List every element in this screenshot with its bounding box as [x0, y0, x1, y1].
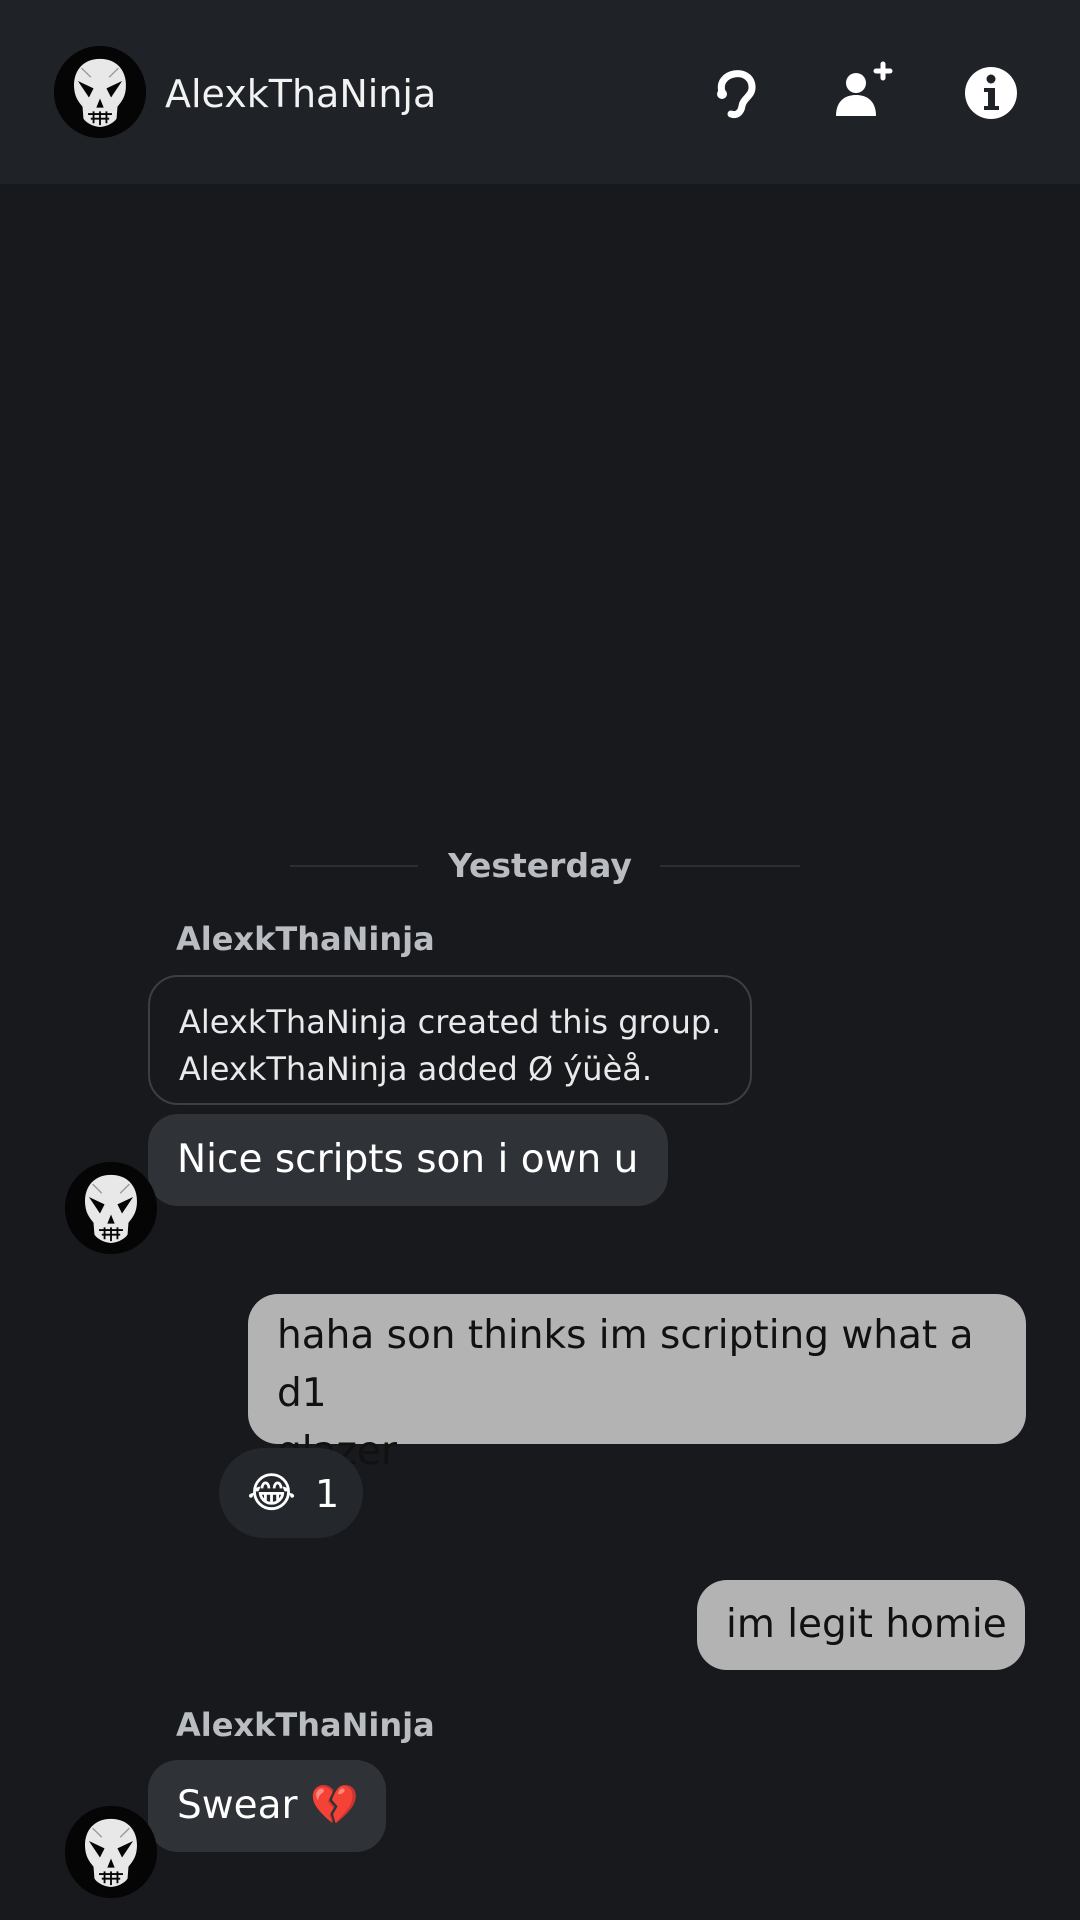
- add-friend-icon[interactable]: [826, 58, 896, 128]
- message-text: Nice scripts son i own u: [177, 1137, 639, 1182]
- outgoing-message-bubble[interactable]: im legit homie: [697, 1580, 1025, 1670]
- system-line: AlexkThaNinja created this group.: [179, 1003, 722, 1041]
- reaction-count: 1: [315, 1472, 340, 1516]
- info-icon[interactable]: [956, 58, 1026, 128]
- message-line: glazer: [277, 1423, 1026, 1481]
- incoming-message-bubble[interactable]: Nice scripts son i own u: [148, 1114, 668, 1206]
- chat-title[interactable]: AlexkThaNinja: [165, 70, 436, 118]
- sender-name: AlexkThaNinja: [176, 1706, 435, 1744]
- sender-name: AlexkThaNinja: [176, 920, 435, 958]
- chat-header: AlexkThaNinja: [0, 0, 1080, 184]
- message-text: im legit homie: [726, 1602, 1007, 1647]
- sender-avatar[interactable]: [65, 1162, 157, 1254]
- divider: [660, 865, 800, 867]
- skull-avatar-image: [65, 1806, 157, 1898]
- outgoing-message-bubble[interactable]: haha son thinks im scripting what a d1 g…: [248, 1294, 1026, 1474]
- incoming-message-bubble[interactable]: Swear 💔: [148, 1760, 386, 1852]
- message-text: Swear 💔: [177, 1783, 359, 1828]
- laughing-emoji-icon: 😂: [247, 1468, 297, 1517]
- system-line: AlexkThaNinja added Ø ýüèå.: [179, 1050, 653, 1088]
- system-message: AlexkThaNinja created this group. AlexkT…: [148, 975, 752, 1105]
- date-separator: Yesterday: [0, 840, 1080, 890]
- message-line: haha son thinks im scripting what a d1: [277, 1313, 974, 1416]
- sender-avatar[interactable]: [65, 1806, 157, 1898]
- date-label: Yesterday: [448, 846, 632, 885]
- reaction-pill[interactable]: 😂 1: [219, 1448, 363, 1538]
- voice-chat-icon[interactable]: [700, 58, 770, 128]
- skull-avatar-image: [54, 46, 146, 138]
- skull-avatar-image: [65, 1162, 157, 1254]
- group-avatar[interactable]: [54, 46, 146, 138]
